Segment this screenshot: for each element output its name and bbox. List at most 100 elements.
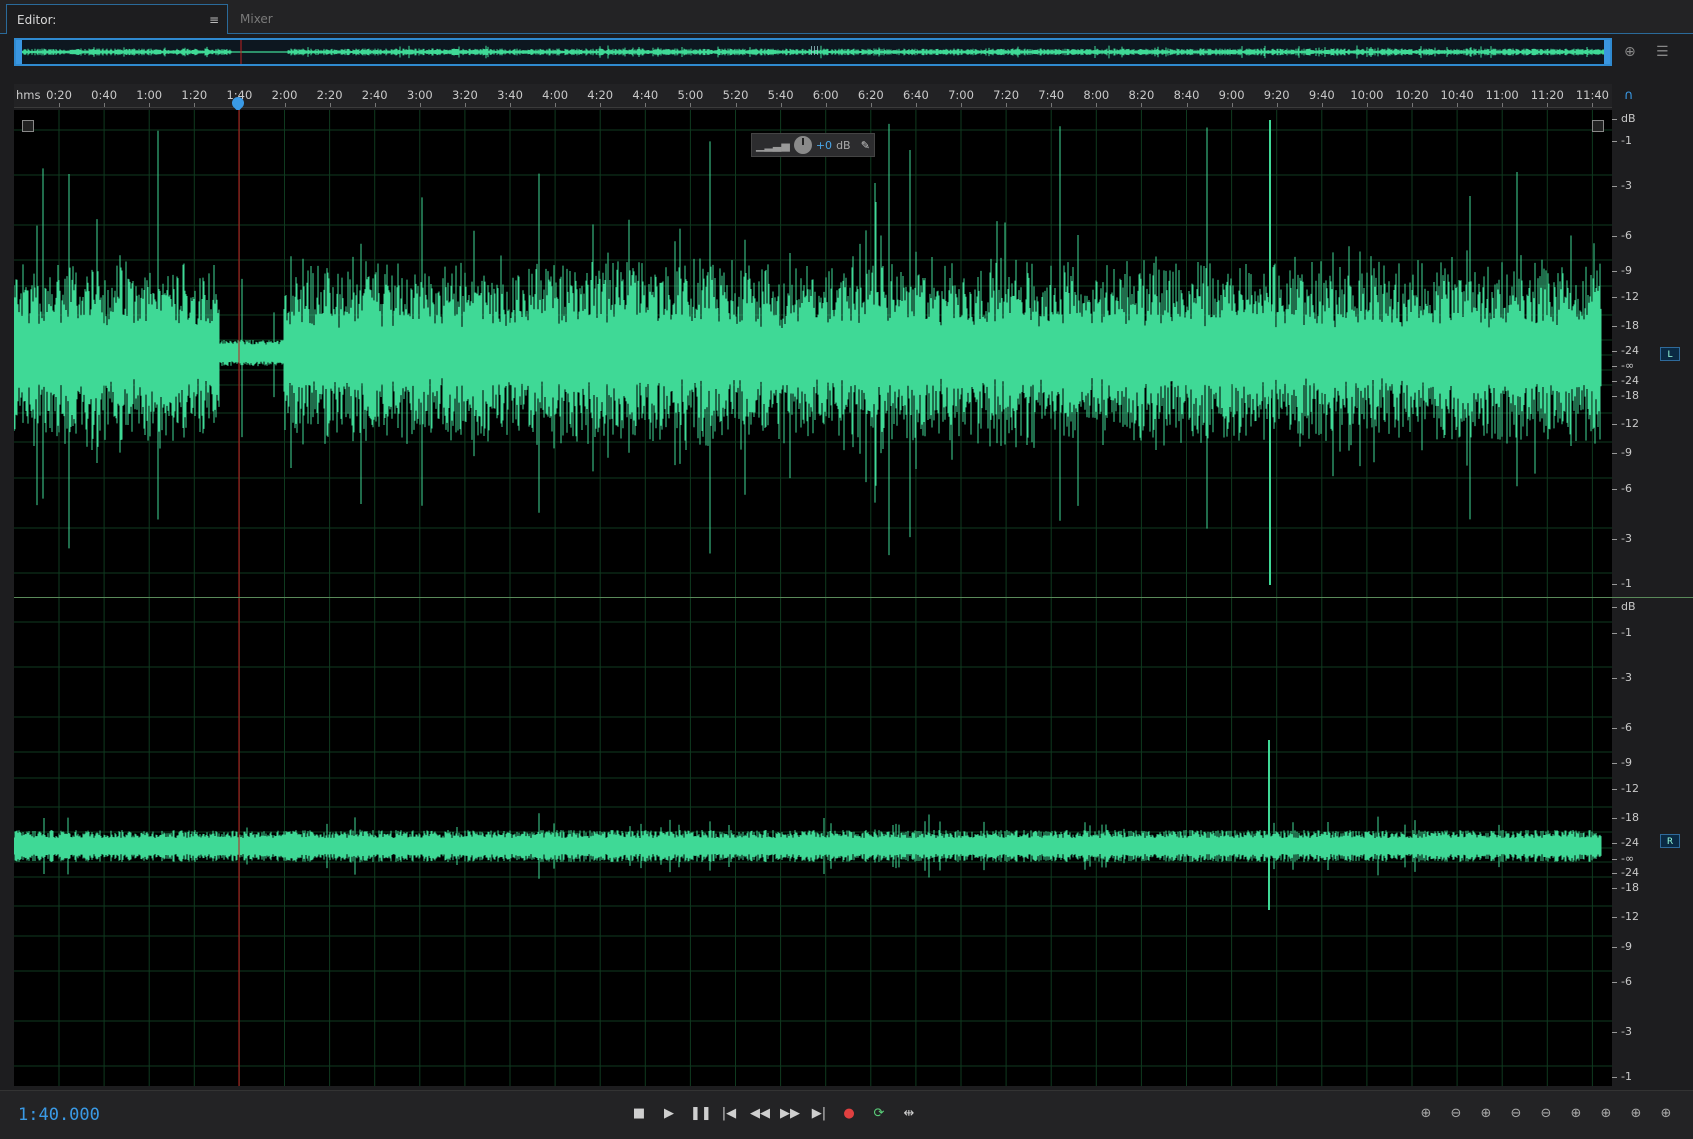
loop-icon[interactable]: ⟳	[870, 1103, 888, 1125]
tab-bar: Editor: 00026.MTS_extracted.wav ≡ Mixer	[0, 0, 1693, 57]
zoom-out-amplitude-icon[interactable]: ⊖	[1446, 1105, 1466, 1123]
fast-forward-icon[interactable]: ▶▶	[780, 1103, 800, 1125]
ruler-tick-label: 0:40	[91, 88, 118, 102]
panel-menu-icon[interactable]: ☰	[1656, 44, 1669, 60]
ruler-tick-mark	[870, 103, 872, 107]
db-label-right: -12	[1612, 910, 1639, 923]
ruler-tick-label: 6:00	[812, 88, 839, 102]
overview-grip-icon[interactable]: |||	[810, 46, 819, 56]
zoom-to-selection-icon[interactable]: ⊕	[1596, 1105, 1616, 1123]
zoom-reset-icon[interactable]: ⊕	[1656, 1105, 1676, 1123]
rewind-icon[interactable]: ◀◀	[750, 1103, 770, 1125]
overview-navigator[interactable]: |||	[14, 38, 1612, 66]
ruler-tick-mark	[1592, 103, 1594, 107]
volume-value[interactable]: +0	[816, 139, 832, 152]
overview-left-handle[interactable]	[16, 40, 22, 64]
ruler-tick-mark	[1366, 103, 1368, 107]
pause-icon[interactable]: ❚❚	[690, 1103, 712, 1125]
db-label-right: -18	[1612, 881, 1639, 894]
db-label-left: -∞	[1612, 359, 1634, 372]
ruler-tick-mark	[915, 103, 917, 107]
channel-left-badge[interactable]: L	[1660, 347, 1680, 361]
overview-right-handle[interactable]	[1604, 40, 1610, 64]
ruler-tick-label: 3:00	[406, 88, 433, 102]
headphones-icon[interactable]: ∩	[1624, 88, 1634, 103]
db-label-right: -∞	[1612, 852, 1634, 865]
time-display[interactable]: 1:40.000	[18, 1105, 100, 1125]
ruler-tick-mark	[1006, 103, 1008, 107]
db-label-left: -12	[1612, 290, 1639, 303]
db-label-right: -24	[1612, 866, 1639, 879]
ruler-tick-mark	[1547, 103, 1549, 107]
fade-out-handle[interactable]	[1592, 120, 1604, 132]
volume-knob[interactable]	[793, 136, 812, 154]
zoom-in-amplitude-icon[interactable]: ⊕	[1416, 1105, 1436, 1123]
go-to-start-icon[interactable]: |◀	[720, 1103, 738, 1125]
tab-editor[interactable]: Editor: 00026.MTS_extracted.wav ≡	[6, 4, 228, 57]
hamburger-menu-icon[interactable]: ≡	[209, 5, 219, 35]
channel-right-badge[interactable]: R	[1660, 834, 1680, 848]
zoom-out-time-icon[interactable]: ⊖	[1506, 1105, 1526, 1123]
db-label-right: -12	[1612, 782, 1639, 795]
zoom-controls: ⊕ ⊖ ⊕ ⊖ ⊖ ⊕ ⊕ ⊕ ⊕	[1416, 1105, 1676, 1123]
ruler-tick-label: 1:00	[136, 88, 163, 102]
db-label-left: -24	[1612, 374, 1639, 387]
db-label-right: -6	[1612, 975, 1632, 988]
ruler-tick-mark	[464, 103, 466, 107]
ruler-tick-mark	[510, 103, 511, 107]
tab-mixer[interactable]: Mixer	[230, 4, 283, 34]
ruler-tick-mark	[600, 103, 602, 107]
ruler-tick-label: 1:20	[181, 88, 208, 102]
ruler-tick-mark	[961, 103, 962, 107]
play-icon[interactable]: ▶	[660, 1103, 678, 1125]
record-icon[interactable]: ●	[840, 1103, 858, 1125]
ruler-tick-label: 10:20	[1395, 88, 1429, 102]
time-ruler[interactable]: hms 0:20 0:40 1:00 1:20 1:40 2:00 2:20 2:40 3:00…	[14, 84, 1612, 108]
zoom-icon[interactable]: ⊕	[1624, 44, 1636, 60]
zoom-in-time-icon[interactable]: ⊕	[1476, 1105, 1496, 1123]
ruler-tick-mark	[645, 103, 647, 107]
ruler-tick-mark	[419, 103, 421, 107]
pin-icon[interactable]: ✎	[861, 139, 870, 152]
db-label-left: -12	[1612, 417, 1639, 430]
ruler-tick-label: 11:40	[1575, 88, 1609, 102]
db-label-right: -3	[1612, 671, 1632, 684]
ruler-tick-mark	[690, 103, 692, 107]
ruler-tick-mark	[735, 103, 737, 107]
skip-selection-icon[interactable]: ⇹	[900, 1103, 918, 1125]
db-label-right: -6	[1612, 721, 1632, 734]
ruler-tick-label: 2:00	[271, 88, 298, 102]
db-label-right: -24	[1612, 836, 1639, 849]
ruler-tick-mark	[825, 103, 827, 107]
db-label-left: -1	[1612, 577, 1632, 590]
waveform-display[interactable]	[14, 110, 1612, 1086]
db-label-left: -1	[1612, 134, 1632, 147]
zoom-selection-in-icon[interactable]: ⊕	[1626, 1105, 1646, 1123]
tab-mixer-label: Mixer	[240, 12, 273, 26]
ruler-tick-label: 2:20	[316, 88, 343, 102]
ruler-tick-mark	[284, 103, 286, 107]
ruler-tick-mark	[59, 103, 60, 107]
ruler-tick-label: 4:40	[632, 88, 659, 102]
ruler-tick-label: 4:20	[587, 88, 614, 102]
ruler-tick-label: 9:20	[1263, 88, 1290, 102]
go-to-end-icon[interactable]: ▶|	[810, 1103, 828, 1125]
ruler-tick-label: 5:00	[677, 88, 704, 102]
db-label-left: -3	[1612, 179, 1632, 192]
db-label-left: -6	[1612, 229, 1632, 242]
zoom-in-point-icon[interactable]: ⊕	[1566, 1105, 1586, 1123]
ruler-tick-mark	[1096, 103, 1098, 107]
ruler-tick-mark	[374, 103, 376, 107]
zoom-out-full-icon[interactable]: ⊖	[1536, 1105, 1556, 1123]
stop-icon[interactable]: ■	[630, 1103, 648, 1125]
ruler-tick-label: 0:20	[46, 88, 72, 102]
ruler-tick-label: 4:00	[542, 88, 569, 102]
fade-in-handle[interactable]	[22, 120, 34, 132]
db-label-right: -9	[1612, 940, 1632, 953]
ruler-tick-mark	[149, 103, 151, 107]
volume-hud[interactable]: ▁▂▃▅ +0 dB ✎	[751, 133, 875, 157]
db-header-left: dB	[1612, 112, 1636, 125]
ruler-tick-label: 6:40	[902, 88, 929, 102]
waveform-right-channel	[14, 813, 1602, 879]
ruler-tick-mark	[194, 103, 196, 107]
